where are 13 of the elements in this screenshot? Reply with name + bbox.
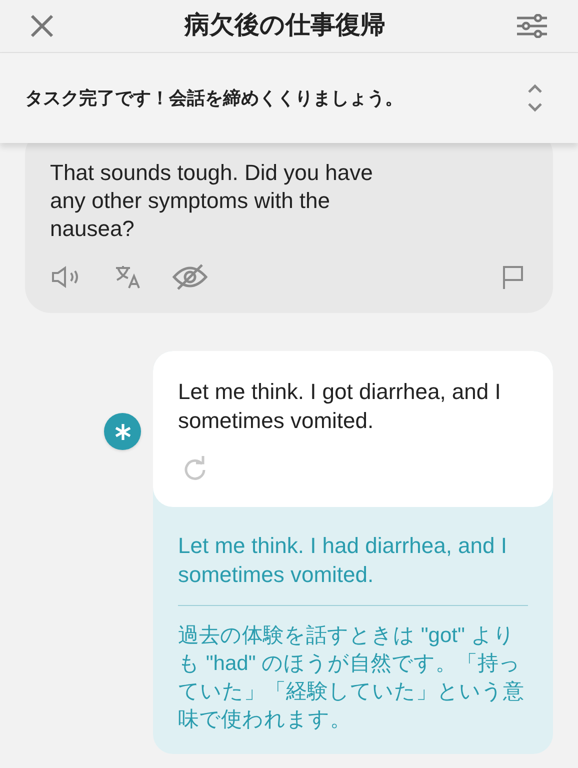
flag-icon[interactable] — [501, 264, 525, 290]
retry-icon[interactable] — [182, 455, 208, 481]
correction-text: Let me think. I had diarrhea, and I sometimes vomited. — [178, 532, 508, 589]
settings-icon[interactable] — [516, 14, 548, 38]
close-icon[interactable] — [30, 14, 54, 38]
expand-icon[interactable] — [527, 83, 543, 113]
message-text: Let me think. I got diarrhea, and I sometimes vomited. — [178, 378, 502, 435]
eye-off-icon[interactable] — [172, 263, 208, 291]
page-title: 病欠後の仕事復帰 — [183, 10, 386, 42]
message-text: That sounds tough. Did you have any other symptoms with the nausea? — [50, 159, 374, 243]
avatar-icon — [104, 413, 141, 450]
explanation-text: 過去の体験を話すときは "got" よりも "had" のほうが自然です。「持っていた」「経験していた」という意味で使われます。 — [178, 623, 525, 733]
banner-text: タスク完了です！会話を締めくくりましょう。 — [25, 86, 404, 110]
